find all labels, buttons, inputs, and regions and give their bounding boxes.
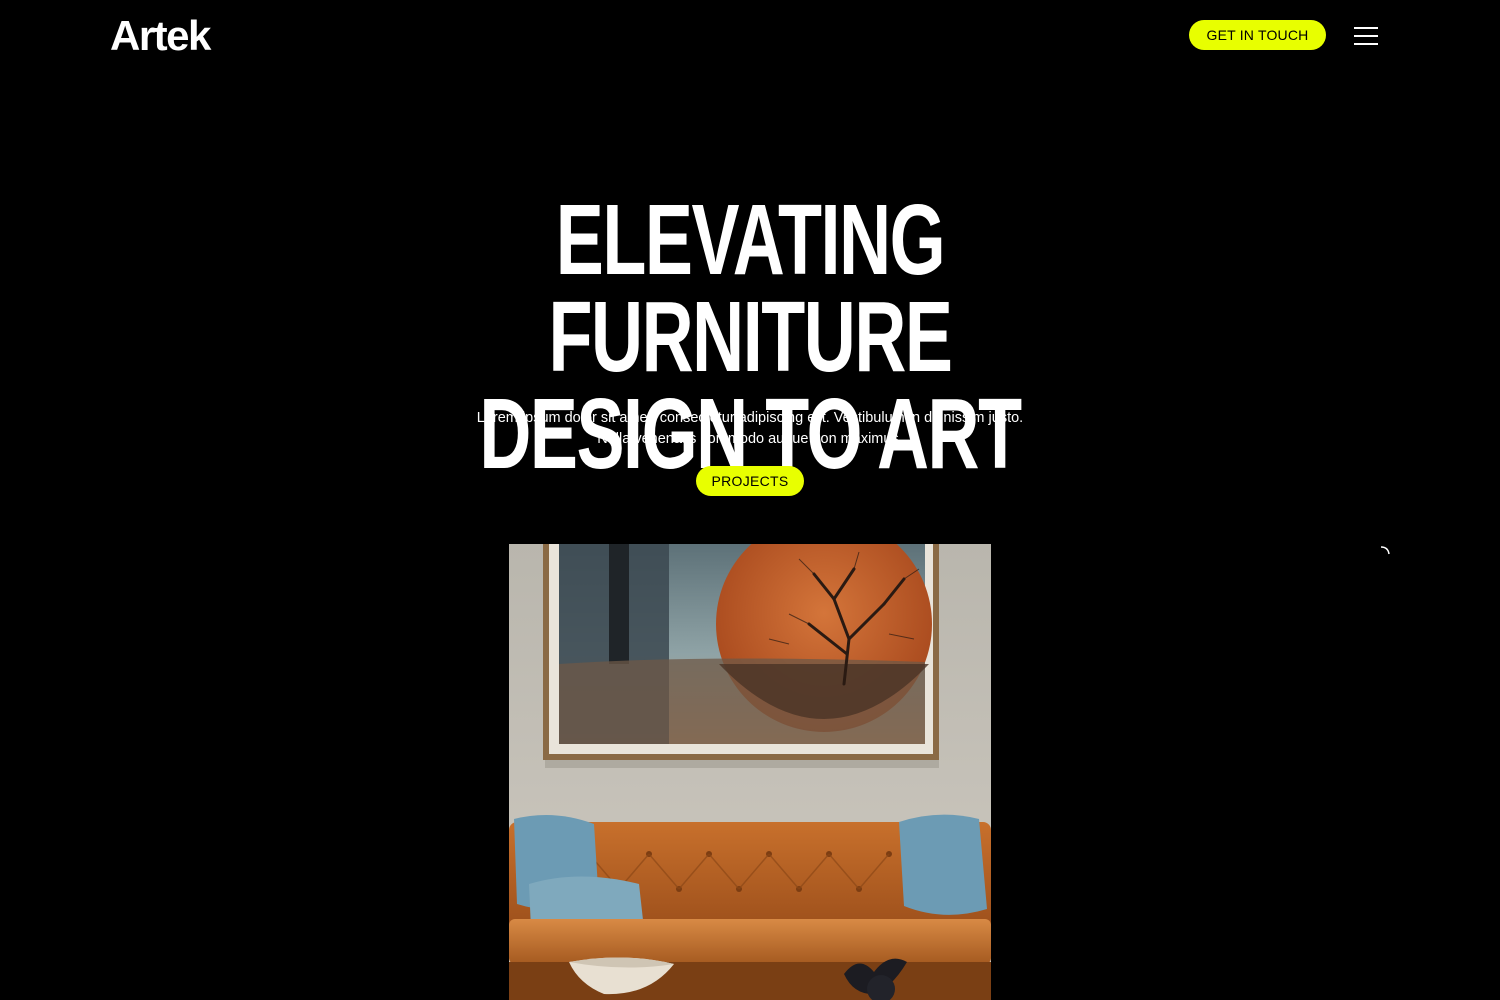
- page: Artek GET IN TOUCH ELEVATING FURNITURE D…: [0, 0, 1500, 1000]
- hero-title-line-1: ELEVATING FURNITURE: [548, 184, 952, 393]
- hero-subtitle: Lorem ipsum dolor sit amet, consectetur …: [476, 410, 1024, 447]
- get-in-touch-button[interactable]: GET IN TOUCH: [1189, 20, 1326, 50]
- scroll-indicator-icon: [1380, 543, 1390, 555]
- projects-button[interactable]: PROJECTS: [696, 466, 804, 496]
- hero-image: [509, 544, 991, 1000]
- hamburger-menu-icon[interactable]: [1352, 24, 1380, 48]
- logo[interactable]: Artek: [110, 12, 211, 60]
- site-header: Artek GET IN TOUCH: [0, 0, 1500, 72]
